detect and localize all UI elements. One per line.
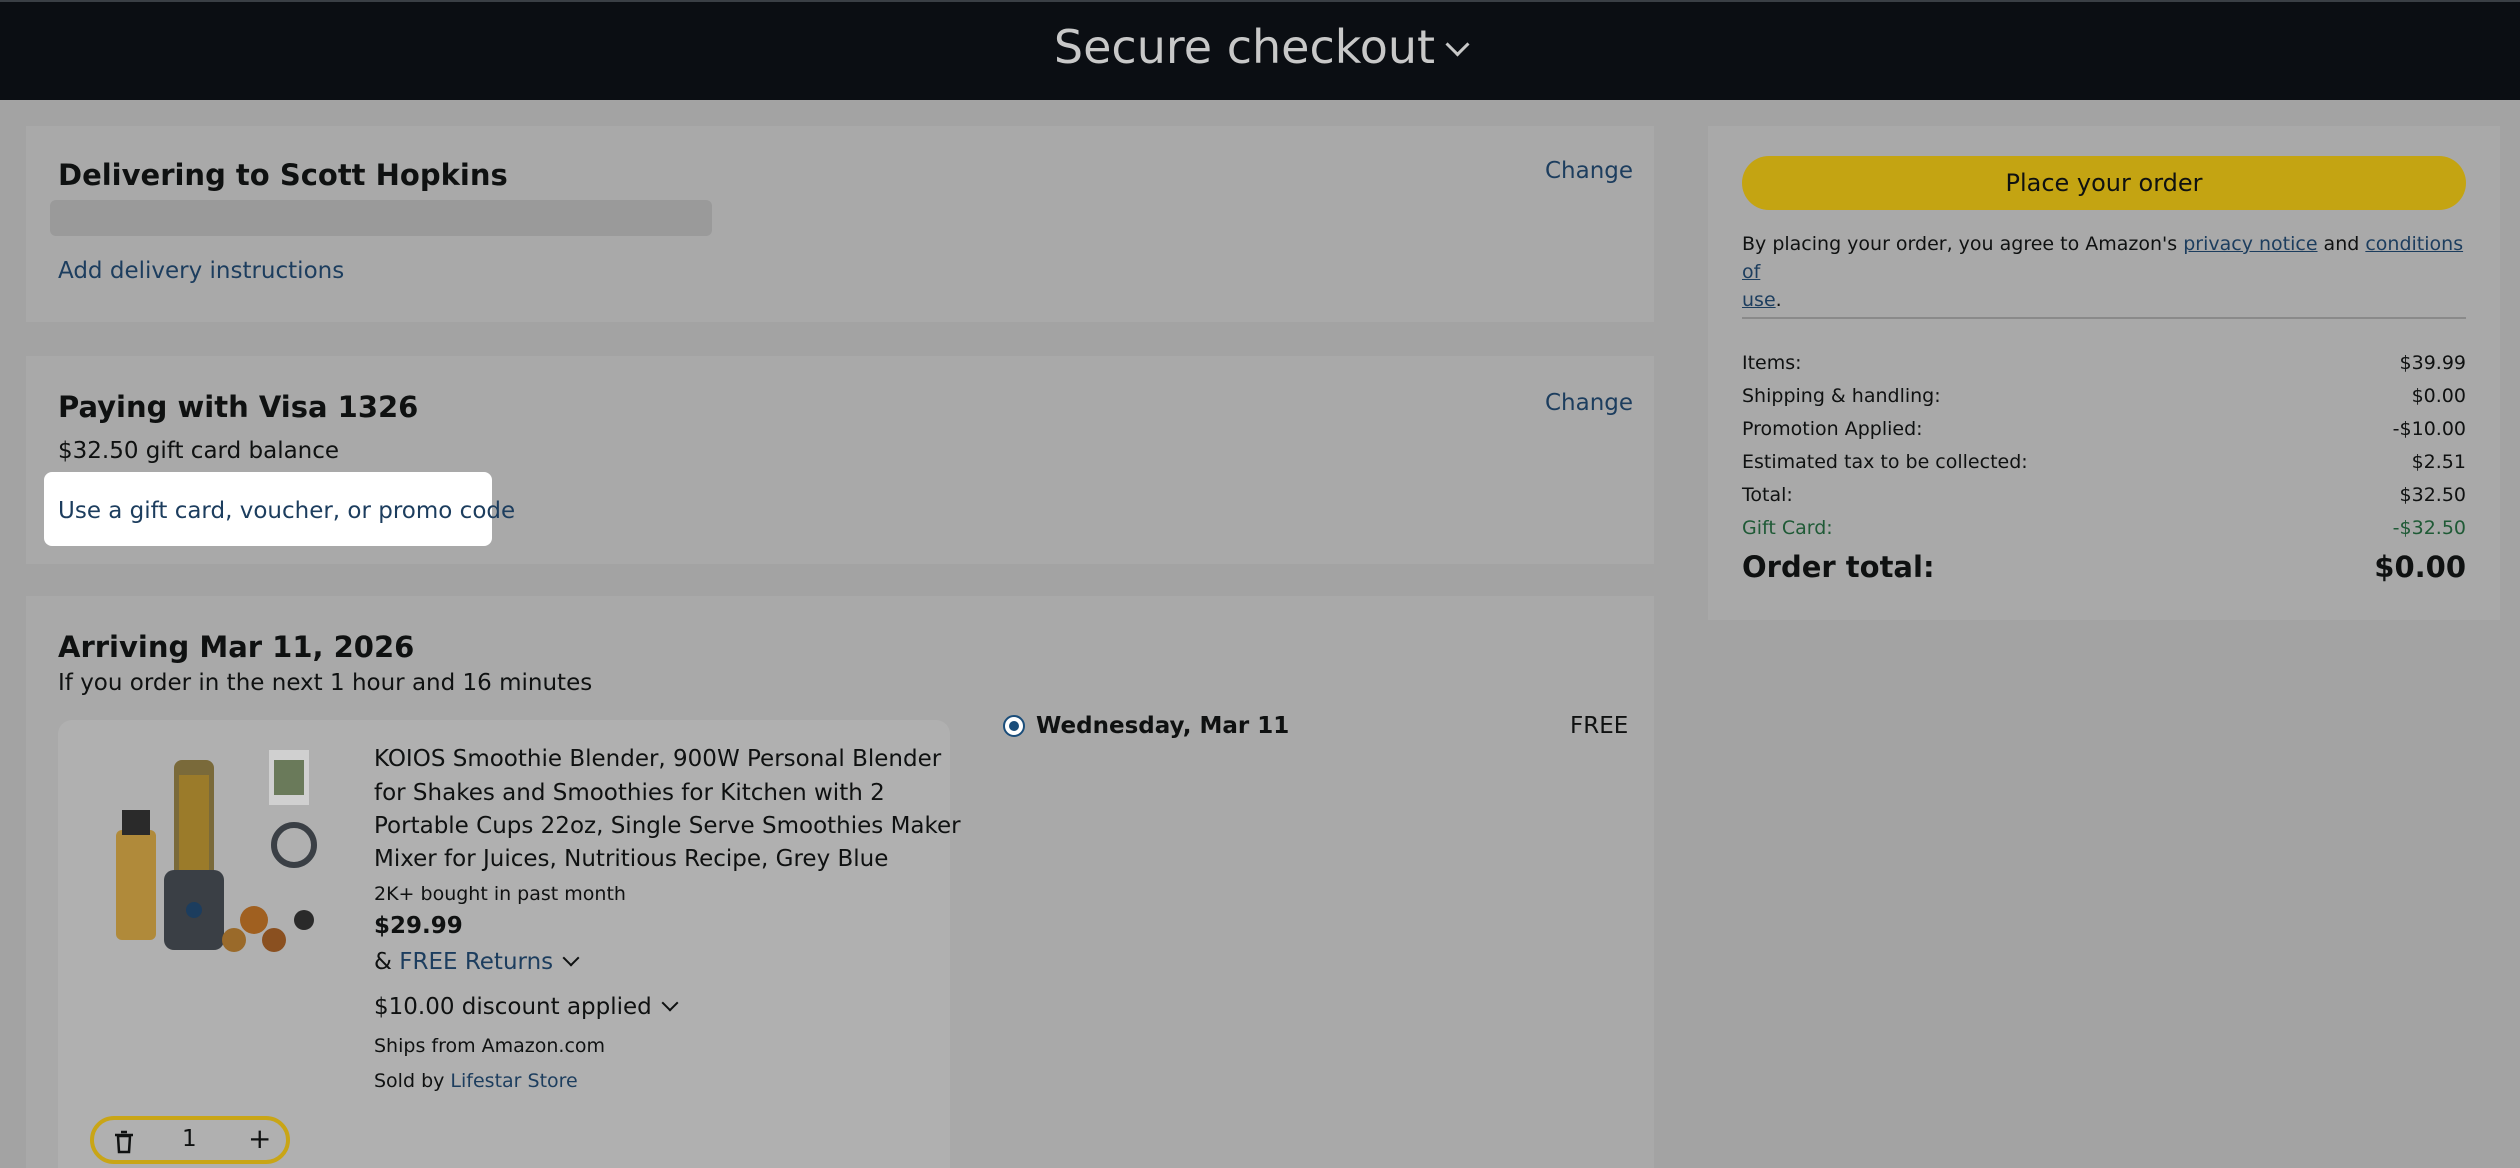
summary-row-tax: Estimated tax to be collected: $2.51 [1742, 451, 2466, 481]
gift-card-balance: $32.50 gift card balance [58, 438, 340, 464]
summary-row-promotion: Promotion Applied: -$10.00 [1742, 418, 2466, 448]
summary-value: -$32.50 [2392, 517, 2466, 539]
summary-label: Shipping & handling: [1742, 385, 1941, 407]
chevron-down-icon[interactable] [562, 949, 580, 967]
delivery-change-link[interactable]: Change [1545, 158, 1633, 184]
delivery-heading: Delivering to Scott Hopkins [58, 158, 508, 192]
summary-value: $32.50 [2399, 484, 2466, 506]
address-redacted [50, 200, 712, 236]
promo-code-link[interactable]: Use a gift card, voucher, or promo code [58, 498, 515, 524]
summary-value: $39.99 [2399, 352, 2466, 374]
discount-text: $10.00 discount applied [374, 994, 652, 1020]
order-countdown: If you order in the next 1 hour and 16 m… [58, 670, 593, 696]
order-total-value: $0.00 [2374, 550, 2466, 584]
payment-change-link[interactable]: Change [1545, 390, 1633, 416]
sold-by-row: Sold by Lifestar Store [374, 1070, 578, 1092]
product-image[interactable] [104, 740, 344, 970]
summary-value: -$10.00 [2392, 418, 2466, 440]
summary-label: Total: [1742, 484, 1793, 506]
ships-from: Ships from Amazon.com [374, 1035, 606, 1057]
arriving-heading: Arriving Mar 11, 2026 [58, 630, 415, 664]
checkout-header: Secure checkout [0, 0, 2520, 100]
product-title-line-2[interactable]: for Shakes and Smoothies for Kitchen wit… [374, 780, 885, 806]
delivery-option-radio[interactable] [1003, 715, 1025, 737]
quantity-stepper: 1 + [90, 1116, 290, 1164]
bought-count: 2K+ bought in past month [374, 883, 626, 905]
chevron-down-icon [1445, 32, 1470, 57]
summary-label: Promotion Applied: [1742, 418, 1923, 440]
checkout-title[interactable]: Secure checkout [0, 20, 2520, 74]
product-title-line-1[interactable]: KOIOS Smoothie Blender, 900W Personal Bl… [374, 746, 941, 772]
agreement-prefix: By placing your order, you agree to Amaz… [1742, 233, 2184, 255]
order-total-label: Order total: [1742, 550, 1935, 584]
trash-icon[interactable] [110, 1128, 138, 1156]
agreement-period: . [1775, 289, 1782, 311]
order-total-row: Order total: $0.00 [1742, 550, 2466, 590]
seller-link[interactable]: Lifestar Store [450, 1070, 577, 1092]
discount-row[interactable]: $10.00 discount applied [374, 994, 679, 1020]
summary-row-gift-card: Gift Card: -$32.50 [1742, 517, 2466, 547]
summary-label: Gift Card: [1742, 517, 1833, 539]
summary-label: Items: [1742, 352, 1802, 374]
conditions-of-use-link-cont[interactable]: use [1742, 289, 1776, 311]
summary-row-items: Items: $39.99 [1742, 352, 2466, 382]
summary-divider [1742, 317, 2466, 319]
payment-heading: Paying with Visa 1326 [58, 390, 419, 424]
quantity-value: 1 [182, 1126, 197, 1152]
summary-row-total: Total: $32.50 [1742, 484, 2466, 514]
agreement-text: By placing your order, you agree to Amaz… [1742, 230, 2466, 314]
returns-prefix: & [374, 949, 400, 975]
checkout-title-text: Secure checkout [1053, 20, 1436, 74]
plus-icon[interactable]: + [248, 1122, 271, 1155]
delivery-option-price: FREE [1570, 713, 1629, 739]
agreement-and: and [2317, 233, 2366, 255]
place-order-button[interactable]: Place your order [1742, 156, 2466, 210]
free-returns-link[interactable]: FREE Returns [399, 949, 553, 975]
product-title-line-3[interactable]: Portable Cups 22oz, Single Serve Smoothi… [374, 813, 961, 839]
summary-value: $0.00 [2411, 385, 2466, 407]
chevron-down-icon[interactable] [661, 994, 679, 1012]
summary-row-shipping: Shipping & handling: $0.00 [1742, 385, 2466, 415]
summary-value: $2.51 [2411, 451, 2466, 473]
sold-by-prefix: Sold by [374, 1070, 451, 1092]
delivery-option-label[interactable]: Wednesday, Mar 11 [1036, 713, 1289, 739]
product-price: $29.99 [374, 913, 463, 939]
summary-label: Estimated tax to be collected: [1742, 451, 2028, 473]
add-delivery-instructions-link[interactable]: Add delivery instructions [58, 258, 344, 284]
returns-row: & FREE Returns [374, 949, 580, 975]
privacy-notice-link[interactable]: privacy notice [2183, 233, 2317, 255]
product-title-line-4[interactable]: Mixer for Juices, Nutritious Recipe, Gre… [374, 846, 888, 872]
